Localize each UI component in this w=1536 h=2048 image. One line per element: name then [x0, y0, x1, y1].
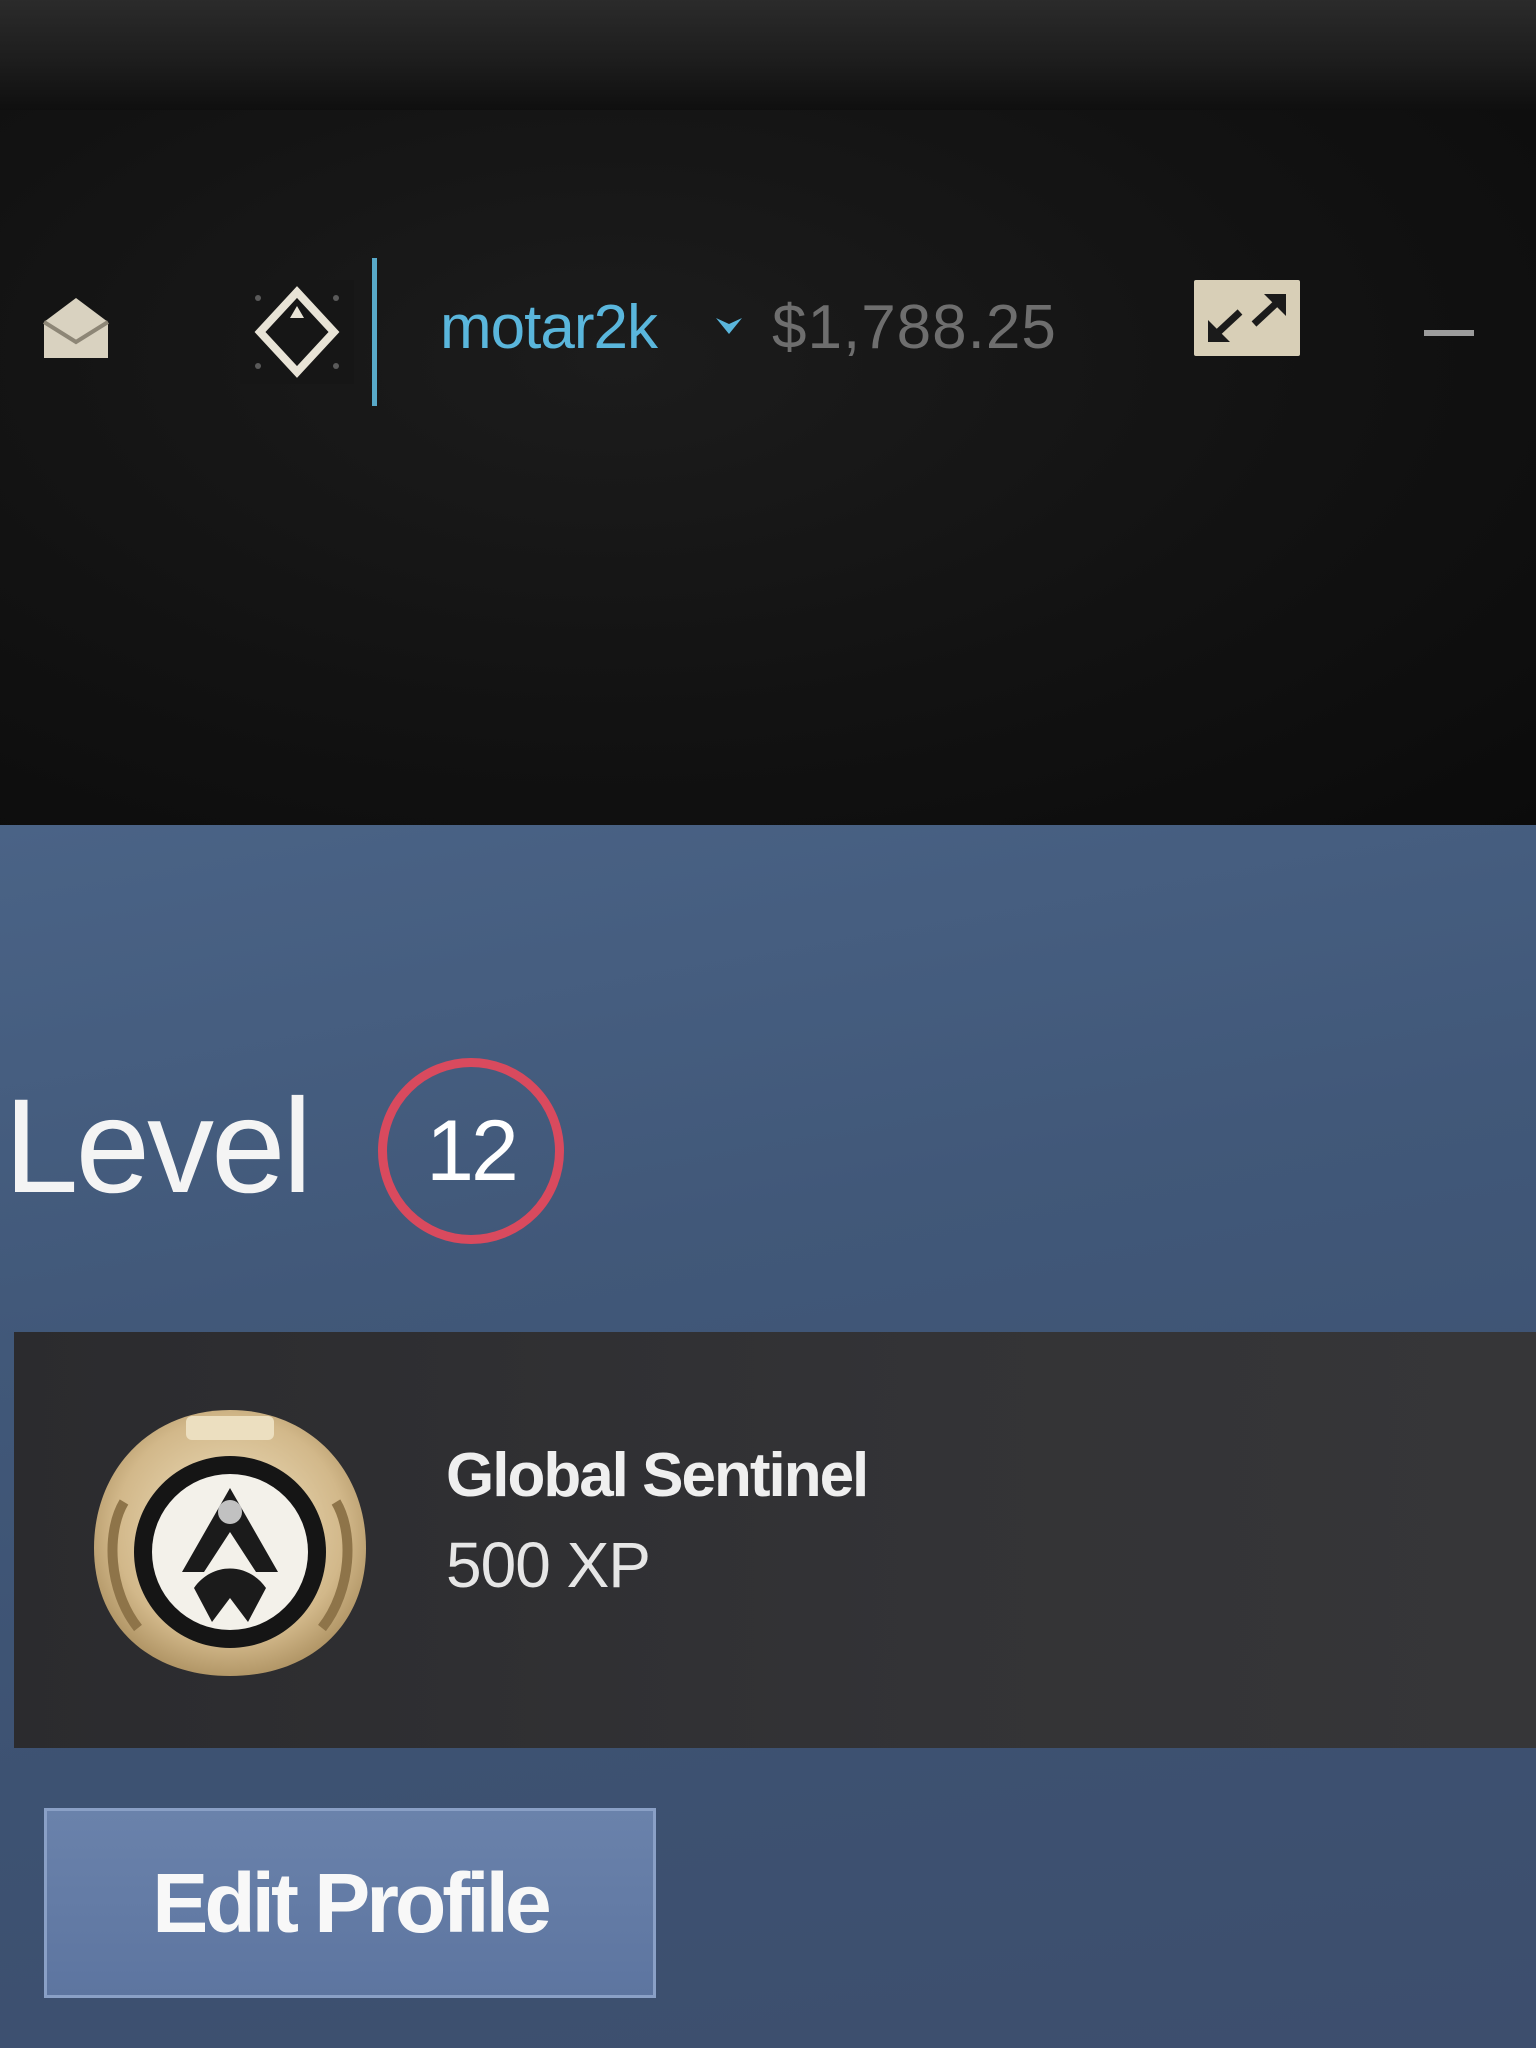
wallet-balance: $1,788.25 [772, 293, 1057, 362]
chevron-down-icon[interactable] [712, 312, 746, 340]
edit-profile-button[interactable]: Edit Profile [44, 1808, 656, 1998]
top-bar [0, 110, 1536, 825]
badge-xp: 500 XP [446, 1529, 651, 1601]
badge-name: Global Sentinel [446, 1441, 869, 1510]
level-value: 12 [426, 1102, 519, 1199]
level-label: Level [4, 1072, 312, 1221]
username-link[interactable]: motar2k [440, 292, 658, 363]
envelope-icon[interactable] [38, 292, 114, 364]
minimize-icon[interactable] [1424, 330, 1474, 336]
level-badge: 12 [378, 1058, 564, 1244]
monitor-bezel [0, 0, 1536, 110]
header-divider [372, 258, 377, 406]
medal-icon [74, 1392, 386, 1688]
expand-arrows-icon[interactable] [1194, 280, 1300, 356]
diamond-badge-icon[interactable] [238, 278, 356, 386]
